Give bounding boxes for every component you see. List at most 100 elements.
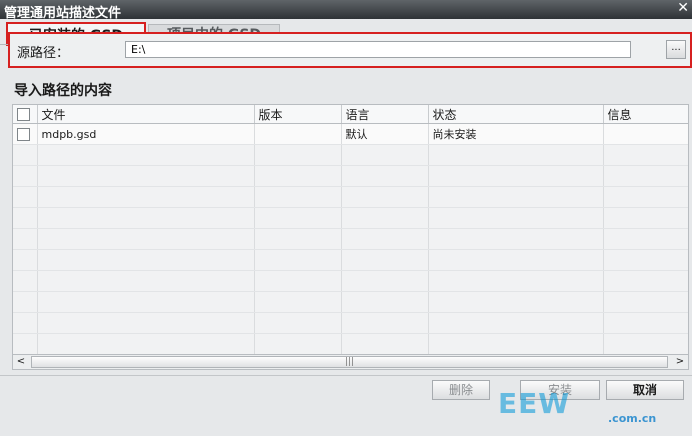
empty-cell [13, 270, 38, 292]
cell-version [254, 123, 342, 145]
empty-cell [603, 207, 688, 229]
empty-cell [37, 144, 255, 166]
empty-cell [603, 270, 688, 292]
empty-cell [341, 270, 429, 292]
cell-info [603, 123, 688, 145]
empty-cell [37, 165, 255, 187]
empty-cell [13, 228, 38, 250]
empty-cell [254, 312, 342, 334]
table-header-row: 文件 版本 语言 状态 信息 [13, 105, 688, 124]
source-path-group: 源路径： ... [8, 32, 692, 68]
scrollbar-grip-icon: ||| [344, 357, 355, 367]
column-header-status[interactable]: 状态 [428, 105, 604, 124]
empty-cell [603, 165, 688, 187]
table-row-empty [13, 291, 688, 313]
table-row-empty [13, 312, 688, 334]
gsd-file-table: 文件 版本 语言 状态 信息 mdpb.gsd 默认 尚未安装 [12, 104, 689, 356]
empty-cell [13, 249, 38, 271]
scroll-left-icon[interactable]: < [13, 355, 29, 369]
empty-cell [254, 228, 342, 250]
empty-cell [37, 333, 255, 355]
table-row-empty [13, 270, 688, 292]
column-header-version[interactable]: 版本 [254, 105, 342, 124]
empty-cell [254, 144, 342, 166]
empty-cell [603, 186, 688, 208]
empty-cell [13, 165, 38, 187]
empty-cell [428, 249, 604, 271]
empty-cell [428, 333, 604, 355]
empty-cell [428, 186, 604, 208]
close-icon[interactable]: ✕ [677, 0, 689, 16]
empty-cell [13, 186, 38, 208]
empty-cell [603, 291, 688, 313]
scrollbar-thumb[interactable]: ||| [31, 356, 668, 368]
empty-cell [37, 186, 255, 208]
empty-cell [603, 312, 688, 334]
scroll-right-icon[interactable]: > [672, 355, 688, 369]
table-row-empty [13, 165, 688, 187]
table-row-empty [13, 207, 688, 229]
table-row-empty [13, 186, 688, 208]
horizontal-scrollbar[interactable]: < ||| > [12, 354, 689, 370]
cancel-button[interactable]: 取消 [606, 380, 684, 400]
empty-cell [341, 249, 429, 271]
empty-cell [37, 270, 255, 292]
row-checkbox[interactable] [17, 127, 30, 141]
empty-cell [603, 144, 688, 166]
empty-cell [603, 333, 688, 355]
empty-cell [341, 291, 429, 313]
empty-cell [13, 312, 38, 334]
table-row-empty [13, 333, 688, 355]
column-header-file[interactable]: 文件 [37, 105, 255, 124]
empty-cell [603, 228, 688, 250]
table-row-empty [13, 228, 688, 250]
empty-cell [341, 228, 429, 250]
source-path-label: 源路径： [17, 46, 70, 61]
title-bar: 管理通用站描述文件 ✕ [0, 0, 692, 21]
empty-cell [428, 312, 604, 334]
empty-cell [254, 207, 342, 229]
empty-cell [341, 144, 429, 166]
empty-cell [254, 249, 342, 271]
empty-cell [37, 291, 255, 313]
section-title: 导入路径的内容 [14, 83, 112, 99]
empty-cell [254, 270, 342, 292]
empty-cell [254, 291, 342, 313]
empty-cell [341, 165, 429, 187]
source-path-input[interactable] [125, 41, 631, 58]
browse-button[interactable]: ... [666, 40, 686, 59]
empty-cell [13, 333, 38, 355]
select-all-checkbox[interactable] [17, 108, 30, 121]
empty-cell [37, 228, 255, 250]
column-header-info[interactable]: 信息 [603, 105, 688, 124]
column-header-language[interactable]: 语言 [341, 105, 429, 124]
empty-cell [341, 312, 429, 334]
empty-cell [13, 291, 38, 313]
empty-cell [341, 207, 429, 229]
empty-cell [254, 333, 342, 355]
table-row-empty [13, 249, 688, 271]
empty-cell [13, 144, 38, 166]
cell-file: mdpb.gsd [37, 123, 255, 145]
table-row[interactable]: mdpb.gsd 默认 尚未安装 [13, 123, 688, 145]
cell-status: 尚未安装 [428, 123, 604, 145]
empty-cell [254, 186, 342, 208]
empty-cell [37, 207, 255, 229]
select-all-cell [13, 105, 38, 124]
empty-cell [428, 207, 604, 229]
empty-cell [13, 207, 38, 229]
empty-cell [341, 186, 429, 208]
empty-cell [428, 165, 604, 187]
delete-button[interactable]: 删除 [432, 380, 490, 400]
empty-cell [603, 249, 688, 271]
empty-cell [37, 249, 255, 271]
install-button[interactable]: 安装 [520, 380, 600, 400]
row-select-cell [13, 123, 38, 145]
empty-cell [341, 333, 429, 355]
empty-cell [428, 291, 604, 313]
footer-divider [0, 375, 692, 376]
empty-cell [37, 312, 255, 334]
table-row-empty [13, 144, 688, 166]
empty-cell [428, 144, 604, 166]
cell-language: 默认 [341, 123, 429, 145]
